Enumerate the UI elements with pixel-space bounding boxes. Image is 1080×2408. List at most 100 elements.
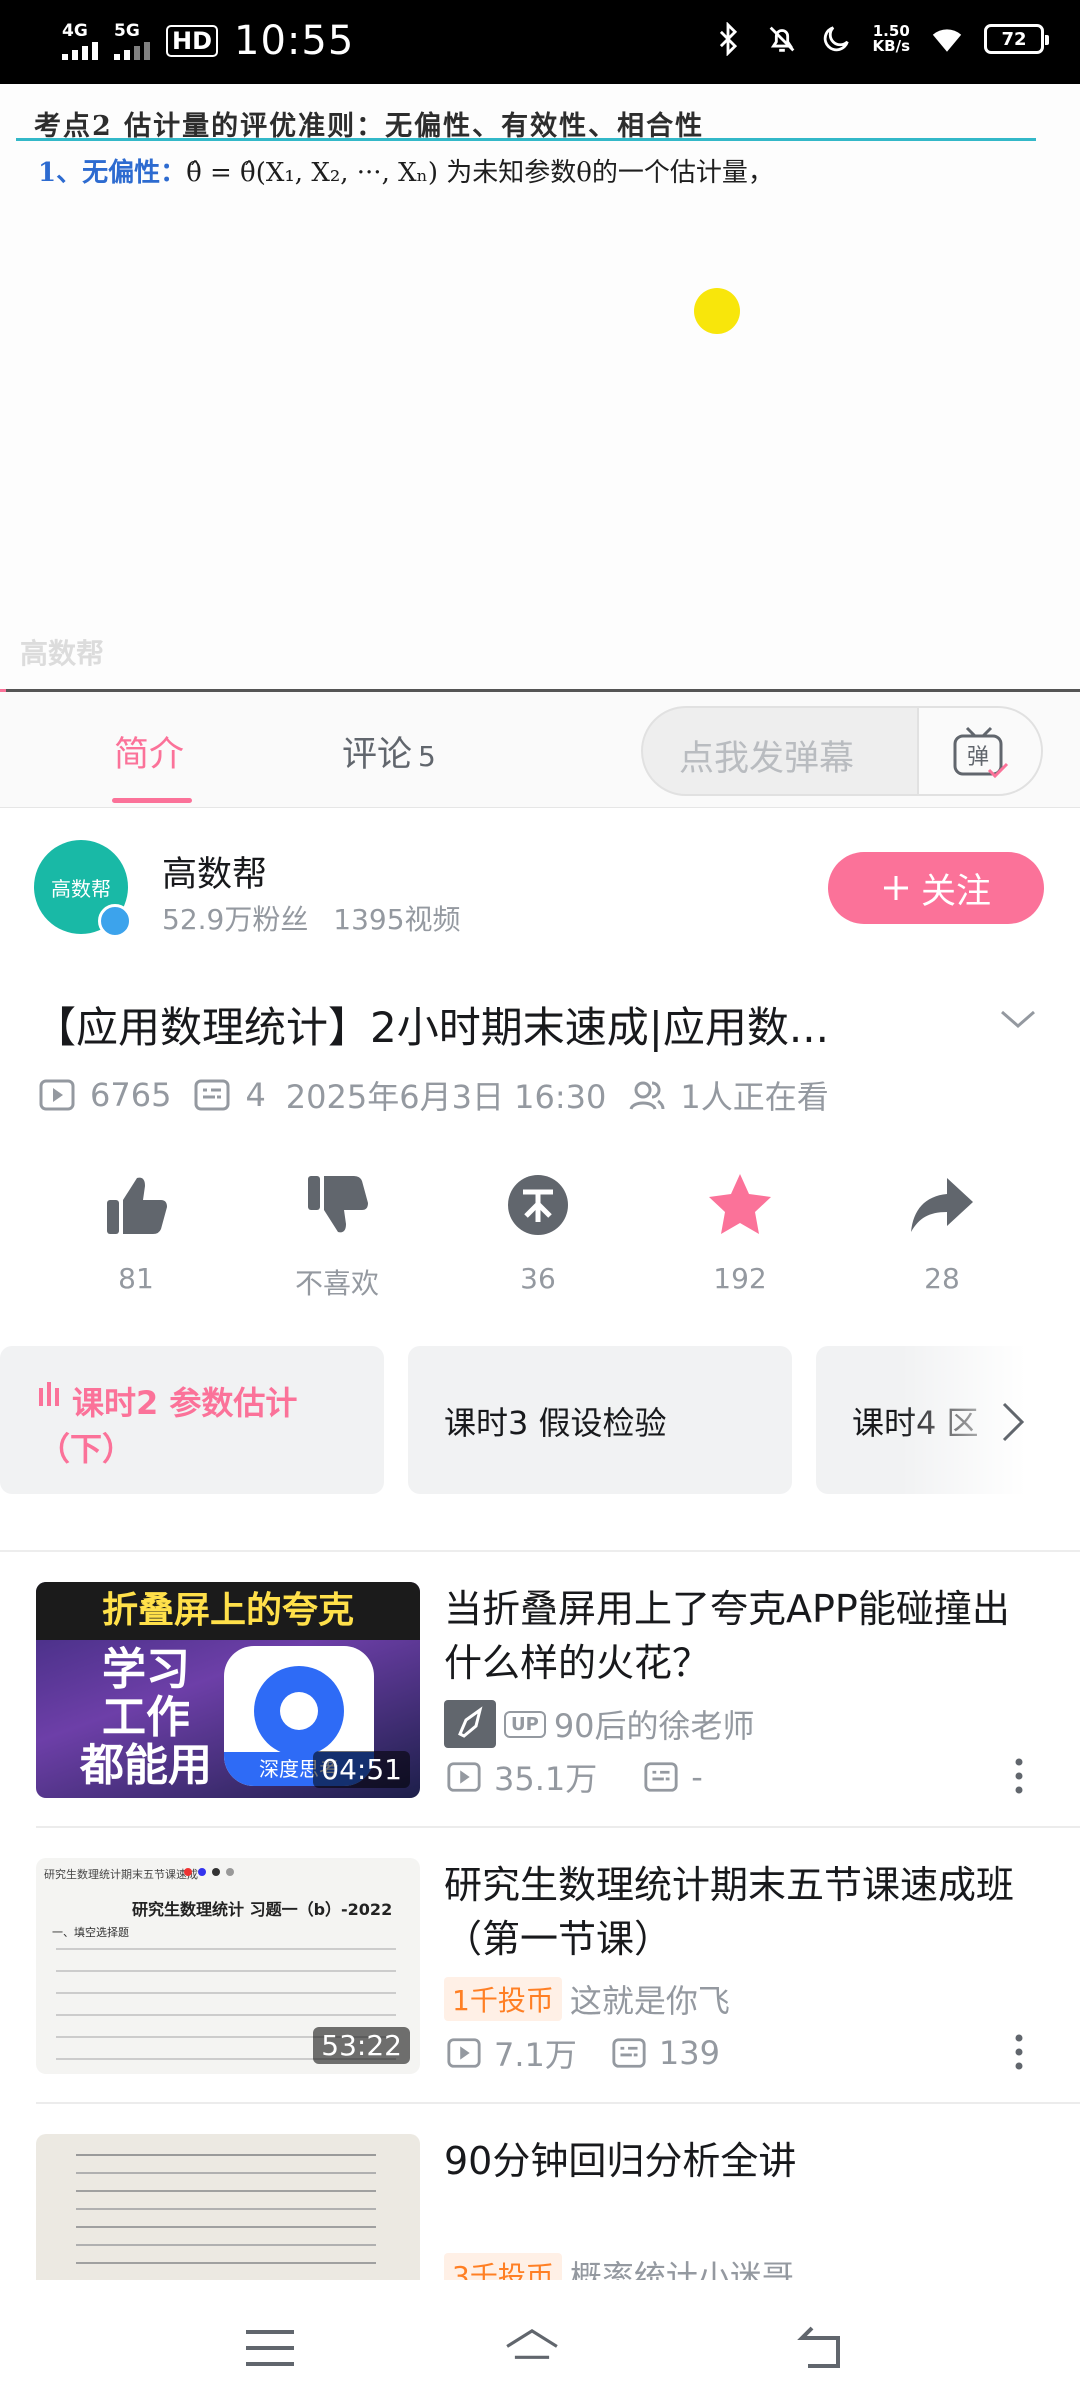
danmaku-count: 139 <box>658 2034 720 2072</box>
list-divider <box>36 1826 1080 1828</box>
thumb-banner-text: 折叠屏上的夸克 <box>36 1582 420 1640</box>
coin-tag: 3千投币 <box>444 2253 562 2280</box>
danmaku-count: - <box>691 1758 703 1796</box>
favorite-button[interactable]: 192 <box>670 1170 810 1295</box>
avatar-text: 高数帮 <box>51 876 111 901</box>
dislike-button[interactable]: 不喜欢 <box>267 1170 407 1302</box>
video-watermark: 高数帮 <box>20 637 105 670</box>
verified-badge-icon <box>98 904 132 938</box>
danmaku-count: 4 <box>245 1076 266 1114</box>
share-button[interactable]: 28 <box>872 1170 1012 1295</box>
share-count: 28 <box>924 1262 960 1295</box>
comments-count: 5 <box>418 740 436 773</box>
share-arrow-icon <box>911 1178 973 1232</box>
thumb-text-block: 学习 工作 都能用 <box>80 1644 212 1791</box>
menu-icon[interactable] <box>242 2320 298 2376</box>
coin-tag: 1千投币 <box>444 1977 562 2021</box>
danmaku-input[interactable]: 点我发弹幕 弹 <box>641 706 1043 796</box>
network-type-label-2: 5G <box>114 20 140 41</box>
recommended-author: UP 90后的徐老师 <box>444 1700 755 1748</box>
play-count-icon <box>447 2038 481 2068</box>
author-avatar[interactable]: 高数帮 <box>34 840 132 938</box>
danmaku-toggle-button[interactable]: 弹 <box>917 708 1041 794</box>
thumb-text-lines <box>56 1948 396 1950</box>
video-duration: 04:51 <box>313 1751 410 1788</box>
battery-icon: 72 <box>984 24 1049 54</box>
thumb-toolbar <box>184 1868 304 1878</box>
system-nav-bar <box>0 2280 1080 2408</box>
video-title[interactable]: 【应用数理统计】2小时期末速成|应用数... <box>34 994 964 1055</box>
back-icon[interactable] <box>794 2320 850 2376</box>
recommended-title[interactable]: 研究生数理统计期末五节课速成班（第一节课） <box>444 1858 1044 1966</box>
view-count: 35.1万 <box>494 1760 598 1798</box>
coin-icon <box>508 1175 568 1235</box>
danmaku-count-icon <box>644 1762 678 1792</box>
episode-item-2[interactable]: 课时2 参数估计（下） <box>0 1346 384 1494</box>
thumb-header-text: 研究生数理统计期末五节课速成 <box>44 1868 198 1881</box>
author-name[interactable]: 高数帮 <box>162 846 267 897</box>
author-name: 这就是你飞 <box>569 1982 730 2020</box>
cellular-signal-icon: 4G <box>62 20 98 60</box>
section-divider <box>0 1550 1080 1552</box>
video-thumbnail[interactable] <box>36 2134 420 2280</box>
watching-count: 1人正在看 <box>680 1078 829 1116</box>
thumb-handwriting-lines <box>76 2154 376 2156</box>
thumbs-down-icon <box>308 1176 368 1233</box>
slide-text-label: 1、无偏性： <box>38 158 187 188</box>
follow-label: 关注 <box>920 871 991 912</box>
active-tab-indicator <box>112 798 192 803</box>
video-thumbnail[interactable]: 研究生数理统计期末五节课速成 研究生数理统计 习题一（b）-2022 一、填空选… <box>36 1858 420 2074</box>
thumb-title-text: 研究生数理统计 习题一（b）-2022 <box>132 1900 393 1919</box>
author-fans: 52.9万粉丝 <box>162 903 309 936</box>
recommended-title[interactable]: 当折叠屏用上了夸克APP能碰撞出什么样的火花？ <box>444 1582 1044 1690</box>
tab-comments[interactable]: 评论 5 <box>342 726 436 777</box>
episode-label-2: 课时2 参数估计（下） <box>38 1384 298 1468</box>
author-stats: 52.9万粉丝 1395视频 <box>162 898 461 938</box>
chevron-down-icon[interactable] <box>998 1000 1038 1040</box>
video-thumbnail[interactable]: 折叠屏上的夸克 学习 工作 都能用 深度思考 04:51 <box>36 1582 420 1798</box>
coin-count: 36 <box>520 1262 556 1295</box>
danmaku-tv-icon: 弹 <box>953 726 1009 779</box>
status-clock: 10:55 <box>234 18 355 64</box>
follow-button[interactable]: 关注 <box>828 852 1044 924</box>
author-name: 90后的徐老师 <box>553 1707 755 1745</box>
author-video-count: 1395视频 <box>333 903 461 936</box>
video-player[interactable]: 考点2 估计量的评优准则：无偏性、有效性、相合性 1、无偏性：θ̂ = θ̂(X… <box>0 84 1080 692</box>
recommended-video-3[interactable]: 90分钟回归分析全讲 3千投币 概率统计小迷哥 <box>0 2134 1080 2280</box>
home-icon[interactable] <box>504 2320 560 2376</box>
pointer-dot <box>694 288 740 334</box>
recommended-stats: 7.1万 139 <box>446 2030 720 2076</box>
wifi-icon <box>932 29 962 52</box>
viewers-icon <box>629 1081 665 1110</box>
chevron-right-icon[interactable] <box>998 1400 1028 1444</box>
episode-label-3: 课时3 假设检验 <box>444 1404 667 1442</box>
view-count: 6765 <box>90 1076 172 1114</box>
recommended-author: 1千投币 这就是你飞 <box>444 1976 730 2022</box>
coin-button[interactable]: 36 <box>468 1170 608 1295</box>
up-tag: UP <box>504 1710 546 1738</box>
danmaku-placeholder: 点我发弹幕 <box>679 739 855 779</box>
status-bar: 4G 5G HD 10:55 1.50 KB/s 72 <box>0 0 1080 84</box>
favorite-count: 192 <box>713 1262 767 1295</box>
tab-intro[interactable]: 简介 <box>114 726 184 777</box>
episode-fade <box>900 1346 1080 1494</box>
thumbs-up-icon <box>107 1177 167 1234</box>
danmaku-count-icon <box>612 2038 646 2068</box>
mute-bell-icon <box>769 26 794 52</box>
hd-voice-badge: HD <box>166 25 219 57</box>
plus-icon <box>883 876 908 900</box>
slide-divider <box>16 138 1036 141</box>
play-count-icon <box>39 1079 75 1111</box>
network-type-label: 4G <box>62 20 88 41</box>
list-divider <box>36 2102 1080 2104</box>
more-vertical-icon[interactable] <box>1012 1756 1026 1796</box>
dislike-label: 不喜欢 <box>294 1267 379 1300</box>
like-button[interactable]: 81 <box>66 1170 206 1295</box>
tab-comments-label: 评论 <box>342 735 413 775</box>
star-icon <box>709 1174 771 1234</box>
battery-level: 72 <box>1001 28 1027 50</box>
recommended-title[interactable]: 90分钟回归分析全讲 <box>444 2134 1044 2188</box>
episode-item-3[interactable]: 课时3 假设检验 <box>408 1346 792 1494</box>
more-vertical-icon[interactable] <box>1012 2032 1026 2072</box>
view-count: 7.1万 <box>494 2036 577 2074</box>
